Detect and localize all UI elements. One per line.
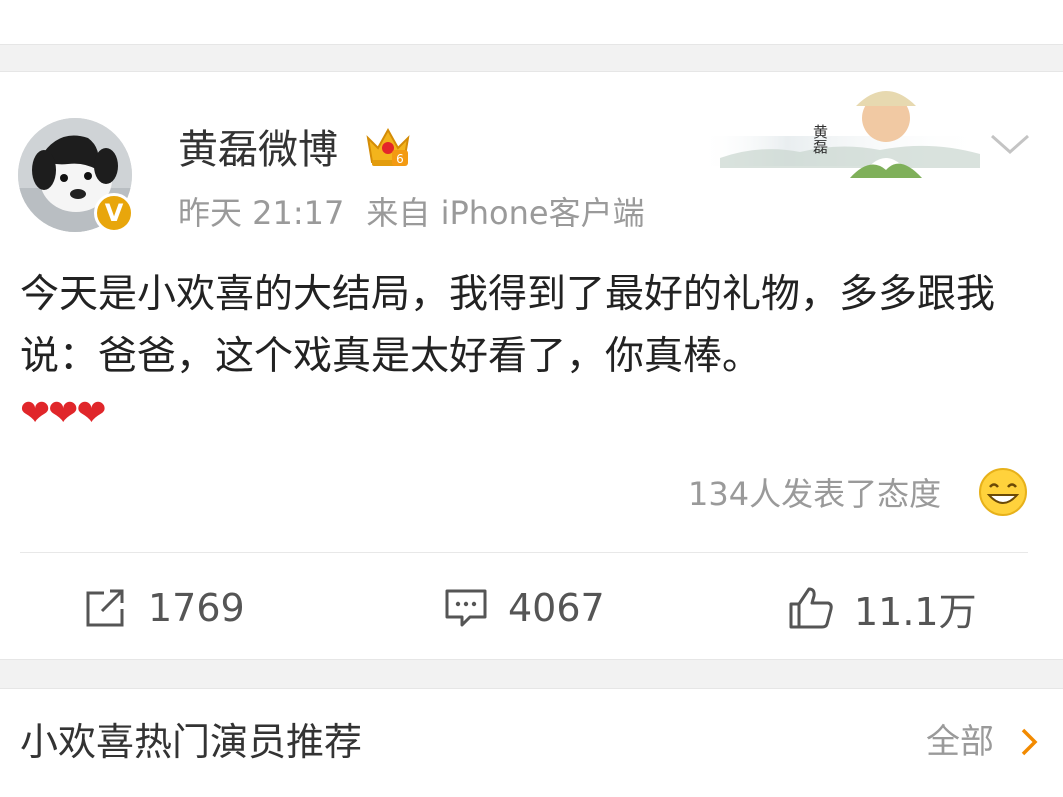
chevron-right-icon[interactable]	[1018, 726, 1040, 758]
recommend-title: 小欢喜热门演员推荐	[20, 720, 363, 764]
comment-button[interactable]: 4067	[444, 580, 605, 636]
smile-icon[interactable]	[978, 467, 1028, 517]
comment-icon	[445, 589, 487, 627]
top-gap	[0, 45, 1063, 71]
section-gap	[0, 660, 1063, 688]
comment-count: 4067	[508, 586, 605, 630]
repost-button[interactable]: 1769	[84, 580, 245, 636]
post-meta: 昨天 21:17 来自 iPhone客户端	[178, 192, 667, 234]
repost-count: 1769	[148, 586, 245, 630]
heart-emojis: ❤❤❤	[20, 393, 106, 434]
post-source[interactable]: 来自 iPhone客户端	[366, 194, 644, 232]
profile-banner-image[interactable]: 黄磊	[700, 78, 990, 184]
like-icon	[789, 587, 833, 629]
repost-icon	[86, 589, 124, 627]
view-all-link[interactable]: 全部	[926, 719, 994, 765]
attitude-count[interactable]: 134人发表了态度	[688, 472, 941, 516]
like-button[interactable]: 11.1万	[788, 580, 977, 636]
action-divider	[20, 552, 1028, 553]
crown-level: 6	[396, 152, 404, 166]
post-time: 昨天 21:17	[178, 194, 345, 232]
post-text: 今天是小欢喜的大结局，我得到了最好的礼物，多多跟我说：爸爸，这个戏真是太好看了，…	[20, 272, 996, 379]
card-top-border	[0, 71, 1063, 72]
verified-badge: V	[94, 193, 134, 233]
chevron-down-icon[interactable]	[988, 128, 1032, 160]
banner-text: 黄磊	[811, 124, 829, 154]
section-top-border	[0, 688, 1063, 689]
author-name[interactable]: 黄磊微博	[178, 126, 338, 174]
crown-icon[interactable]: 6	[364, 124, 412, 170]
like-count: 11.1万	[854, 589, 977, 634]
